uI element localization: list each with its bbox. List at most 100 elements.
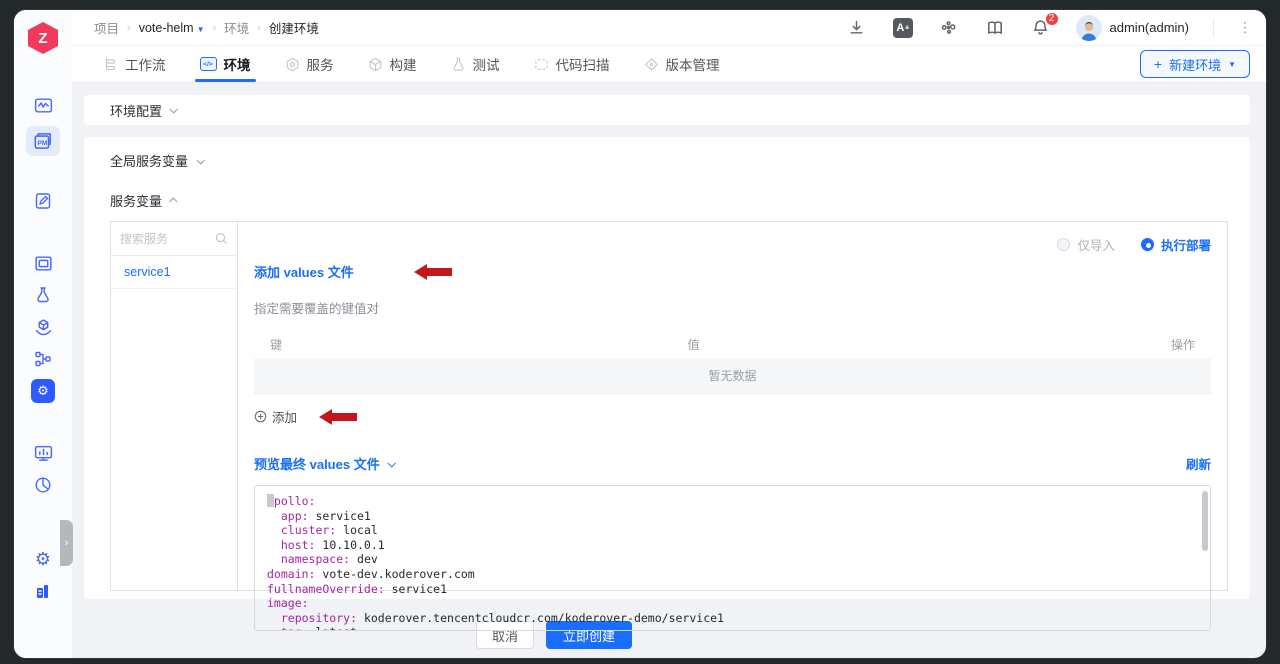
download-icon[interactable] xyxy=(846,17,868,39)
kv-col-key: 键 xyxy=(270,336,688,353)
version-tag-icon xyxy=(644,57,659,72)
build-icon xyxy=(368,57,383,72)
zadig-logo-icon[interactable]: Z xyxy=(28,22,58,54)
apps-cluster-icon[interactable] xyxy=(938,17,960,39)
breadcrumb-projects[interactable]: 项目 xyxy=(94,18,119,37)
breadcrumb-separator: › xyxy=(213,22,217,34)
yaml-line: fullnameOverride: service1 xyxy=(267,582,1196,597)
tab-services[interactable]: 服务 xyxy=(285,46,334,82)
svg-text:PM: PM xyxy=(38,140,48,147)
yaml-line: image: xyxy=(267,596,1196,611)
tab-builds[interactable]: 构建 xyxy=(368,46,417,82)
main-area: 项目 › vote-helm▼ › 环境 › 创建环境 Aa xyxy=(72,10,1266,658)
values-editor-panel: 仅导入 执行部署 添加 values 文件 xyxy=(237,221,1228,591)
kv-empty-state: 暂无数据 xyxy=(254,358,1211,394)
kv-table-header: 键 值 操作 xyxy=(254,330,1211,358)
yaml-line: namespace: dev xyxy=(267,552,1196,567)
language-toggle-icon[interactable]: Aa xyxy=(892,17,914,39)
dashboard-icon[interactable] xyxy=(26,90,60,120)
gear-z-icon: ⚙ xyxy=(35,549,51,570)
environment-icon: </> xyxy=(200,57,217,71)
chevron-down-icon xyxy=(169,105,177,113)
tab-environments[interactable]: </> 环境 xyxy=(200,46,251,82)
data-insight-icon[interactable] xyxy=(26,438,60,468)
kv-col-actions: 操作 xyxy=(1105,336,1195,353)
chevron-up-icon xyxy=(169,197,177,205)
docs-book-icon[interactable] xyxy=(984,17,1006,39)
breadcrumb-separator: › xyxy=(127,22,131,34)
tab-code-scan[interactable]: 代码扫描 xyxy=(534,46,610,82)
chevron-down-icon xyxy=(387,459,395,467)
radio-deploy[interactable]: 执行部署 xyxy=(1141,235,1211,254)
divider xyxy=(1213,20,1214,36)
sidebar: Z PM ⚙ ⚙ xyxy=(14,10,72,658)
yaml-line: cluster: local xyxy=(267,523,1196,538)
variables-card: 全局服务变量 服务变量 service1 xyxy=(84,137,1250,599)
delivery-icon[interactable] xyxy=(26,312,60,342)
tab-tests[interactable]: 测试 xyxy=(451,46,500,82)
code-scan-icon xyxy=(534,57,549,72)
breadcrumb-separator: › xyxy=(257,22,261,34)
global-service-vars-header[interactable]: 全局服务变量 xyxy=(110,151,1228,170)
kv-col-value: 值 xyxy=(688,336,1106,353)
tests-icon[interactable] xyxy=(26,280,60,310)
plus-circle-icon xyxy=(254,410,267,423)
tab-version-management[interactable]: 版本管理 xyxy=(644,46,720,82)
tab-workflows[interactable]: 工作流 xyxy=(102,46,166,82)
chevron-down-icon: ▼ xyxy=(197,25,205,34)
breadcrumb: 项目 › vote-helm▼ › 环境 › 创建环境 xyxy=(94,18,319,37)
sidebar-collapse-handle[interactable]: › xyxy=(60,520,73,566)
radio-import-only[interactable]: 仅导入 xyxy=(1057,235,1115,254)
app-window: Z PM ⚙ ⚙ xyxy=(14,10,1266,658)
notification-badge: 2 xyxy=(1044,11,1060,27)
service-search-input[interactable] xyxy=(120,232,211,246)
project-settings-icon[interactable]: ⚙ xyxy=(26,376,60,406)
projects-icon[interactable]: PM xyxy=(26,126,60,156)
annotation-arrow-icon xyxy=(414,264,452,280)
add-kv-row-link[interactable]: 添加 xyxy=(272,407,297,426)
template-library-icon[interactable] xyxy=(26,344,60,374)
topbar-actions: Aa 2 admin(admin) xyxy=(846,15,1252,41)
avatar xyxy=(1076,15,1102,41)
gear-icon: ⚙ xyxy=(31,379,55,403)
yaml-line: apollo: xyxy=(267,494,1196,509)
service-icon xyxy=(285,57,300,72)
refresh-link[interactable]: 刷新 xyxy=(1186,454,1211,473)
yaml-line: host: 10.10.0.1 xyxy=(267,538,1196,553)
kv-table: 键 值 操作 暂无数据 xyxy=(254,330,1211,394)
page-content: 环境配置 全局服务变量 服务变量 xyxy=(72,83,1266,658)
radio-selected-icon xyxy=(1141,238,1154,251)
editor-scrollbar[interactable] xyxy=(1202,491,1208,551)
breadcrumb-current-page: 创建环境 xyxy=(269,18,319,37)
workflow-icon xyxy=(102,56,118,72)
deploy-mode-radios: 仅导入 执行部署 xyxy=(254,234,1211,254)
service-list-panel: service1 xyxy=(110,221,238,591)
release-plan-icon[interactable] xyxy=(26,186,60,216)
yaml-line: app: service1 xyxy=(267,509,1196,524)
breadcrumb-project-selector[interactable]: vote-helm▼ xyxy=(139,21,205,35)
service-vars-header[interactable]: 服务变量 xyxy=(110,191,1228,210)
yaml-line: tag: latest xyxy=(267,625,1196,631)
enterprise-icon[interactable] xyxy=(26,576,60,606)
search-icon xyxy=(215,232,228,245)
username-label: admin(admin) xyxy=(1110,20,1189,35)
plus-icon: + xyxy=(1154,56,1162,72)
notifications-bell-icon[interactable]: 2 xyxy=(1030,17,1052,39)
values-yaml-editor[interactable]: apollo: app: service1 cluster: local hos… xyxy=(254,485,1211,631)
test-flask-icon xyxy=(451,57,466,72)
system-settings-icon[interactable]: ⚙ xyxy=(26,544,60,574)
user-menu[interactable]: admin(admin) xyxy=(1076,15,1189,41)
more-menu-icon[interactable]: ⋮ xyxy=(1238,19,1252,36)
topbar: 项目 › vote-helm▼ › 环境 › 创建环境 Aa xyxy=(72,10,1266,46)
add-values-file-link[interactable]: 添加 values 文件 xyxy=(254,262,354,281)
breadcrumb-environments[interactable]: 环境 xyxy=(224,18,249,37)
service-list-item[interactable]: service1 xyxy=(111,256,237,289)
data-overview-icon[interactable] xyxy=(26,470,60,500)
yaml-line: domain: vote-dev.koderover.com xyxy=(267,567,1196,582)
new-environment-button[interactable]: + 新建环境 ▼ xyxy=(1140,50,1250,78)
preview-values-toggle[interactable]: 预览最终 values 文件 xyxy=(254,454,394,473)
env-config-section-header[interactable]: 环境配置 xyxy=(84,95,1250,125)
chevron-down-icon xyxy=(196,156,204,164)
environments-icon[interactable] xyxy=(26,248,60,278)
translate-icon: Aa xyxy=(893,18,913,38)
